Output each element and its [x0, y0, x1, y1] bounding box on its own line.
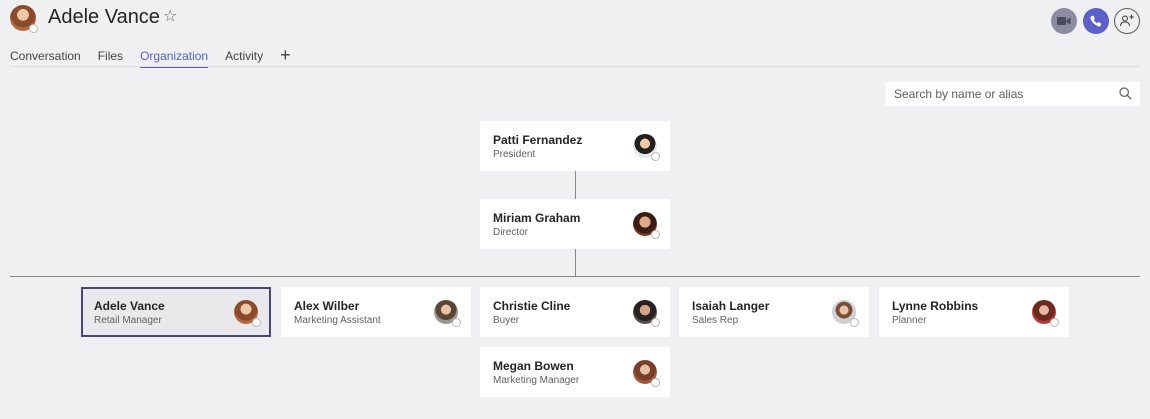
person-name: Megan Bowen: [493, 359, 574, 373]
presence-indicator: [651, 152, 660, 161]
add-people-icon: [1119, 14, 1134, 27]
avatar: [633, 300, 660, 327]
person-title: Planner: [892, 315, 927, 326]
tab-conversation[interactable]: Conversation: [10, 47, 81, 65]
tab-activity[interactable]: Activity: [225, 47, 263, 65]
person-name: Patti Fernandez: [493, 133, 583, 147]
search-input[interactable]: [885, 82, 1105, 106]
video-camera-icon: [1057, 17, 1071, 25]
presence-indicator: [651, 378, 660, 387]
divider: [10, 66, 1140, 67]
person-name: Isaiah Langer: [692, 299, 770, 313]
tab-organization[interactable]: Organization: [140, 47, 209, 68]
connector-line: [575, 171, 576, 199]
presence-indicator: [1050, 318, 1059, 327]
presence-indicator: [29, 24, 38, 33]
org-card-patti-fernandez[interactable]: Patti Fernandez President: [480, 121, 670, 171]
page-title: Adele Vance: [48, 6, 160, 28]
presence-indicator: [452, 318, 461, 327]
person-title: Buyer: [493, 315, 520, 326]
avatar[interactable]: [10, 5, 38, 33]
add-tab-button[interactable]: +: [280, 46, 291, 65]
org-card-lynne-robbins[interactable]: Lynne Robbins Planner: [879, 287, 1069, 337]
tab-bar: Conversation Files Organization Activity…: [10, 46, 308, 68]
person-title: Marketing Manager: [493, 375, 580, 386]
avatar: [1032, 300, 1059, 327]
star-icon[interactable]: ☆: [163, 9, 177, 25]
person-title: Marketing Assistant: [294, 315, 381, 326]
person-title: Director: [493, 227, 529, 238]
person-name: Adele Vance: [94, 299, 165, 313]
org-card-alex-wilber[interactable]: Alex Wilber Marketing Assistant: [281, 287, 471, 337]
peer-connector-line: [10, 276, 1140, 277]
org-card-adele-vance[interactable]: Adele Vance Retail Manager: [81, 287, 271, 337]
person-name: Christie Cline: [493, 299, 571, 313]
person-title: Retail Manager: [94, 315, 162, 326]
phone-icon: [1090, 15, 1102, 27]
add-people-button[interactable]: [1114, 8, 1140, 34]
video-call-button[interactable]: [1051, 8, 1077, 34]
avatar: [234, 300, 261, 327]
org-card-christie-cline[interactable]: Christie Cline Buyer: [480, 287, 670, 337]
org-card-isaiah-langer[interactable]: Isaiah Langer Sales Rep: [679, 287, 869, 337]
header: Adele Vance ☆: [0, 0, 1150, 40]
org-card-miriam-graham[interactable]: Miriam Graham Director: [480, 199, 670, 249]
person-name: Alex Wilber: [294, 299, 360, 313]
tab-files[interactable]: Files: [98, 47, 123, 65]
person-title: Sales Rep: [692, 315, 739, 326]
presence-indicator: [850, 318, 859, 327]
avatar: [832, 300, 859, 327]
person-name: Miriam Graham: [493, 211, 581, 225]
connector-line: [575, 249, 576, 276]
search-box: [885, 82, 1140, 106]
person-title: President: [493, 149, 536, 160]
presence-indicator: [252, 318, 261, 327]
avatar: [633, 360, 660, 387]
audio-call-button[interactable]: [1083, 8, 1109, 34]
presence-indicator: [651, 318, 660, 327]
person-name: Lynne Robbins: [892, 299, 979, 313]
presence-indicator: [651, 230, 660, 239]
avatar: [633, 134, 660, 161]
avatar: [434, 300, 461, 327]
org-card-megan-bowen[interactable]: Megan Bowen Marketing Manager: [480, 347, 670, 397]
search-icon[interactable]: [1119, 87, 1132, 100]
avatar: [633, 212, 660, 239]
